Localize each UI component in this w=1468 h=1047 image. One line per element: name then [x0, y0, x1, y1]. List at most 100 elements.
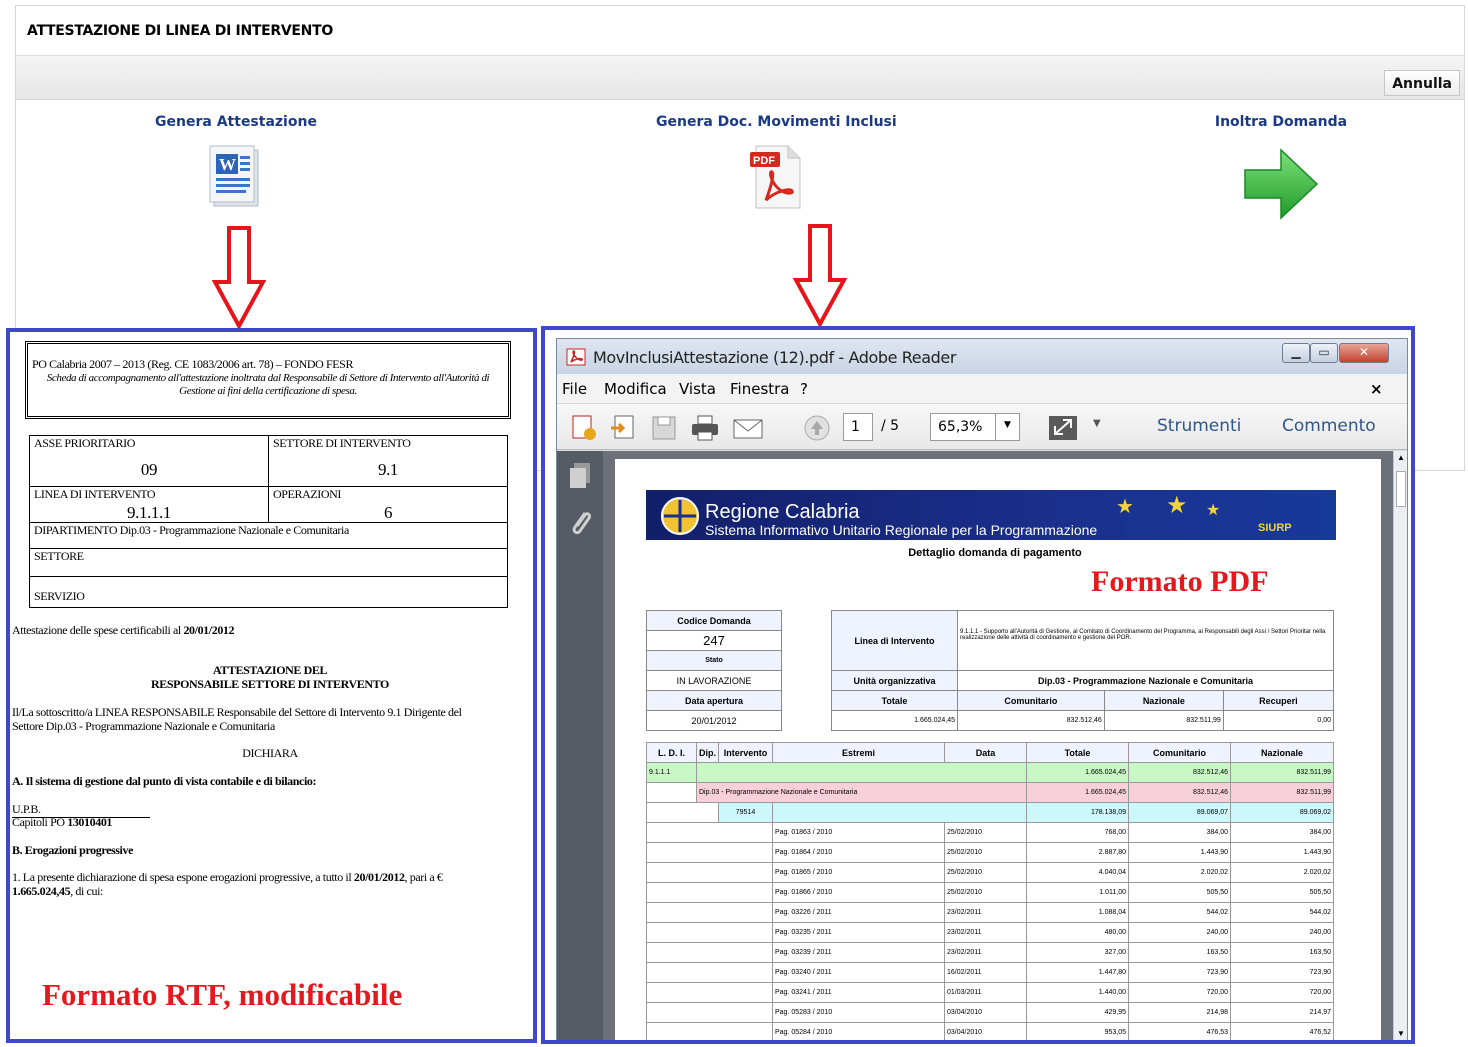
inoltra-domanda-action[interactable]: Inoltra Domanda — [1196, 114, 1366, 224]
cell: Pag. 05284 / 2010 — [772, 1022, 945, 1040]
cell: 240,00 — [1128, 922, 1231, 943]
cell: 1.011,00 — [1026, 882, 1129, 903]
genera-movimenti-link[interactable]: Genera Doc. Movimenti Inclusi — [656, 114, 897, 130]
email-icon[interactable] — [732, 414, 764, 442]
rtf-heading2: RESPONSABILE SETTORE DI INTERVENTO — [151, 677, 389, 691]
rtf-info-table: ASSE PRIORITARIO 09 SETTORE DI INTERVENTO… — [29, 435, 508, 608]
cell: 25/02/2010 — [944, 882, 1027, 903]
scroll-up-icon[interactable]: ▲ — [1397, 453, 1405, 462]
toolbar-overflow-icon[interactable]: ▼ — [1093, 418, 1101, 429]
table-row: 79514 178.138,09 89.069,07 89.069,02 — [646, 802, 1334, 823]
reader-window-title: MovInclusiAttestazione (12).pdf - Adobe … — [593, 348, 956, 367]
genera-movimenti-action[interactable]: Genera Doc. Movimenti Inclusi PDF — [656, 114, 897, 210]
strumenti-button[interactable]: Strumenti — [1157, 416, 1241, 436]
cell — [646, 802, 719, 823]
table-row: Pag. 03235 / 2011 23/02/2011 480,00 240,00 2… — [646, 922, 1334, 943]
rtf-attestazione-line: Attestazione delle spese certificabili a… — [12, 623, 235, 638]
apertura-label: Data apertura — [646, 690, 782, 711]
cell: 25/02/2010 — [944, 862, 1027, 883]
save-icon[interactable] — [650, 414, 678, 442]
cell: 2.020,02 — [1128, 862, 1231, 883]
adobe-reader-window: MovInclusiAttestazione (12).pdf - Adobe … — [556, 338, 1408, 1040]
cell: 03/04/2010 — [944, 1022, 1027, 1040]
genera-attestazione-action[interactable]: Genera Attestazione W — [151, 114, 321, 210]
recuperi-value: 0,00 — [1222, 710, 1335, 731]
export-icon[interactable] — [609, 414, 639, 442]
table-row: 9.1.1.1 1.665.024,45 832.512,46 832.511,99 — [646, 762, 1334, 783]
scrollbar-thumb[interactable] — [1396, 471, 1406, 507]
menu-finestra[interactable]: Finestra — [730, 380, 790, 398]
cell: 1.440,00 — [1026, 982, 1129, 1003]
cell: 723,90 — [1128, 962, 1231, 983]
cell: 1.088,04 — [1026, 902, 1129, 923]
fit-page-icon[interactable] — [1047, 414, 1079, 442]
pdf-document-icon[interactable]: PDF — [746, 144, 806, 210]
col-comunitario: Comunitario — [1128, 742, 1231, 763]
cell: 505,50 — [1230, 882, 1334, 903]
scroll-down-icon[interactable]: ▼ — [1397, 1029, 1405, 1038]
menu-help[interactable]: ? — [800, 380, 808, 398]
table-row: Dip.03 - Programmazione Nazionale e Comu… — [646, 782, 1334, 803]
rtf-section-b: B. Erogazioni progressive — [12, 843, 134, 857]
minimize-button[interactable]: ▁ — [1282, 343, 1310, 363]
document-view[interactable]: Regione Calabria Sistema Informativo Uni… — [603, 451, 1395, 1040]
word-document-icon[interactable]: W — [206, 144, 266, 210]
cell: Pag. 03235 / 2011 — [772, 922, 945, 943]
cell: 2.020,02 — [1230, 862, 1334, 883]
linea-value: 9.1.1.1 - Supporto all'Autorità di Gesti… — [957, 610, 1334, 671]
maximize-button[interactable]: ▭ — [1310, 343, 1338, 363]
rtf-section-a: A. Il sistema di gestione dal punto di v… — [12, 774, 317, 788]
cell: 9.1.1.1 — [646, 762, 697, 783]
green-arrow-right-icon[interactable] — [1241, 144, 1321, 224]
chevron-down-icon[interactable]: ▼ — [995, 414, 1019, 440]
domanda-info-box: Codice Domanda 247 Stato IN LAVORAZIONE … — [646, 610, 782, 731]
menu-file[interactable]: File — [562, 380, 587, 398]
cell: 163,50 — [1230, 942, 1334, 963]
col-nazionale: Nazionale — [1230, 742, 1334, 763]
pdf-doc-subtitle: Dettaglio domanda di pagamento — [908, 547, 1082, 559]
cell: 4.040,04 — [1026, 862, 1129, 883]
rtf-header-box: PO Calabria 2007 – 2013 (Reg. CE 1083/20… — [25, 341, 511, 419]
pages-panel-icon[interactable] — [567, 461, 593, 491]
rtf-body4: 1.665.024,45, di cui: — [12, 884, 103, 899]
cell: 953,05 — [1026, 1022, 1129, 1040]
table-row: Pag. 01865 / 2010 25/02/2010 4.040,04 2.020… — [646, 862, 1334, 883]
menu-vista[interactable]: Vista — [679, 380, 716, 398]
attachments-paperclip-icon[interactable] — [567, 507, 593, 537]
cell: 01/03/2011 — [944, 982, 1027, 1003]
annulla-button[interactable]: Annulla — [1384, 70, 1460, 96]
red-down-arrow-icon — [793, 224, 847, 328]
rtf-preview: PO Calabria 2007 – 2013 (Reg. CE 1083/20… — [6, 328, 537, 1043]
print-icon[interactable] — [690, 414, 720, 442]
cell: Pag. 01866 / 2010 — [772, 882, 945, 903]
cell: 178.138,09 — [1026, 802, 1129, 823]
star-icon: ★ — [1206, 502, 1221, 519]
totale-value: 1.665.024,45 — [831, 710, 958, 731]
cell: 832.512,46 — [1128, 782, 1231, 803]
genera-attestazione-link[interactable]: Genera Attestazione — [151, 114, 321, 130]
create-pdf-icon[interactable] — [569, 414, 599, 442]
stato-label: Stato — [646, 650, 782, 671]
col-dip: Dip. — [696, 742, 719, 763]
regione-calabria-emblem-icon — [661, 497, 699, 535]
zoom-value: 65,3% — [938, 419, 983, 435]
rtf-dichiara: DICHIARA — [242, 746, 298, 760]
page-number-input[interactable]: 1 — [843, 413, 873, 441]
close-document-icon[interactable]: × — [1370, 380, 1383, 398]
menu-modifica[interactable]: Modifica — [604, 380, 667, 398]
table-row: Pag. 01864 / 2010 25/02/2010 2.887,80 1.443… — [646, 842, 1334, 863]
star-icon: ★ — [1116, 496, 1134, 518]
cell: Pag. 01865 / 2010 — [772, 862, 945, 883]
pdf-page: Regione Calabria Sistema Informativo Uni… — [615, 459, 1381, 1040]
commento-button[interactable]: Commento — [1282, 416, 1376, 436]
cell — [646, 922, 773, 943]
inoltra-domanda-link[interactable]: Inoltra Domanda — [1196, 114, 1366, 130]
close-window-button[interactable]: ✕ — [1339, 343, 1389, 363]
zoom-select[interactable]: 65,3% ▼ — [930, 413, 1020, 441]
pdf-preview-frame: MovInclusiAttestazione (12).pdf - Adobe … — [541, 326, 1415, 1044]
svg-text:W: W — [219, 155, 236, 174]
col-totale: Totale — [1026, 742, 1129, 763]
unita-value: Dip.03 - Programmazione Nazionale e Comu… — [957, 670, 1334, 691]
previous-page-icon[interactable] — [802, 414, 832, 442]
vertical-scrollbar[interactable]: ▲ ▼ — [1393, 451, 1407, 1040]
